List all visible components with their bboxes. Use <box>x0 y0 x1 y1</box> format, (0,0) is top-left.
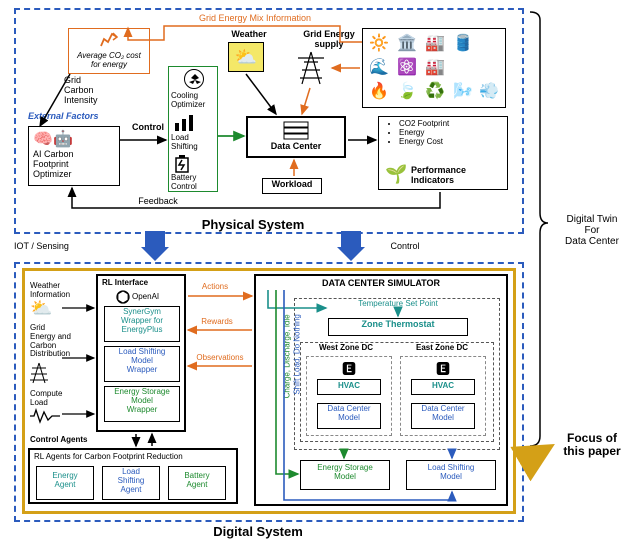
performance-indicators-box: CO2 Footprint Energy Energy Cost 🌱 Perfo… <box>378 116 508 190</box>
leaf-icon: 🍃 <box>397 81 417 101</box>
hand-leaf-icon: 🌱 <box>385 164 407 185</box>
ai-optimizer-box: 🧠 🤖 AI Carbon Footprint Optimizer <box>28 126 120 186</box>
east-zone-box: 🅴 HVAC Data Center Model <box>400 356 486 436</box>
control-agents-box: RL Agents for Carbon Footprint Reduction… <box>28 448 238 504</box>
rewards-label: Rewards <box>192 318 242 327</box>
atom-icon: ⚛️ <box>397 57 417 77</box>
iot-sensing-label: IOT / Sensing <box>14 242 90 252</box>
grid-carbon-intensity-label: Grid Carbon Intensity <box>64 76 112 106</box>
compute-load-label: Compute Load <box>30 390 84 408</box>
digital-twin-caption: Digital Twin For Data Center <box>544 214 640 247</box>
focus-caption: Focus of this paper <box>552 432 632 458</box>
openai-icon <box>116 290 130 307</box>
zone-thermostat-box: Zone Thermostat <box>328 318 468 336</box>
wind-icon: 🌬️ <box>453 81 473 101</box>
flame-icon: 🔥 <box>369 81 389 101</box>
temp-setpoint-label: Temperature Set Point <box>338 300 458 309</box>
hydro-icon: 🌊 <box>369 57 389 77</box>
pylon-icon <box>298 50 324 89</box>
feedback-label: Feedback <box>130 197 186 207</box>
renew-icon: ♻️ <box>425 81 445 101</box>
solar-icon: 🔆 <box>369 33 389 53</box>
west-hvac-box: HVAC <box>317 379 381 395</box>
observations-label: Observations <box>188 354 252 363</box>
battery-agent-box: Battery Agent <box>168 466 226 500</box>
load-shifting-wrapper-box: Load Shifting Model Wrapper <box>104 346 180 382</box>
weather-box-phys: ⛅ <box>228 42 264 72</box>
load-shifting-agent-box: Load Shifting Agent <box>102 466 160 500</box>
energy-agent-box: Energy Agent <box>36 466 94 500</box>
robot-icon: 🤖 <box>53 129 73 149</box>
bars-icon <box>173 115 197 134</box>
digital-system-title: Digital System <box>188 525 328 539</box>
ep-logo-west-icon: 🅴 <box>307 359 391 379</box>
grid-supply-label: Grid Energy supply <box>290 30 368 50</box>
pylon2-icon <box>30 362 48 387</box>
load-shifting-model-box: Load Shifting Model <box>406 460 496 490</box>
energy-storage-model-box: Energy Storage Model <box>300 460 390 490</box>
external-factors-label: External Factors <box>28 112 114 122</box>
avg-co2-box: Average CO₂ cost for energy <box>68 28 150 74</box>
brain-icon: 🧠 <box>33 129 53 149</box>
fan-icon <box>184 69 204 89</box>
grid-mix-info-label: Grid Energy Mix Information <box>170 14 340 24</box>
control-agents-title: Control Agents <box>30 436 110 445</box>
grid-dist-label: Grid Energy and Carbon Distribution <box>30 324 90 359</box>
openai-label: OpenAI <box>132 292 159 301</box>
physical-system-title: Physical System <box>180 218 326 232</box>
rl-interface-title: RL Interface <box>102 278 148 287</box>
weather-info-label: Weather Information <box>30 282 86 300</box>
plant-icon: 🏭 <box>425 57 445 77</box>
control-column: Cooling Optimizer Load Shifting Battery … <box>168 66 218 192</box>
west-zone-box: 🅴 HVAC Data Center Model <box>306 356 392 436</box>
control-between-label: Control <box>380 242 430 252</box>
rl-agents-label: RL Agents for Carbon Footprint Reduction <box>34 452 183 461</box>
weather-icon: ⛅ <box>30 298 52 319</box>
west-dc-model-box: Data Center Model <box>317 403 381 429</box>
oil-icon: 🛢️ <box>453 33 473 53</box>
workload-box: Workload <box>262 178 322 194</box>
turbine-icon: 💨 <box>479 81 499 101</box>
actions-label: Actions <box>192 283 238 292</box>
weather-label-phys: Weather <box>224 30 274 40</box>
west-zone-label: West Zone DC <box>308 344 384 353</box>
factory-icon: 🏭 <box>425 33 445 53</box>
east-dc-model-box: Data Center Model <box>411 403 475 429</box>
data-center-box: Data Center <box>246 116 346 158</box>
simulator-title: DATA CENTER SIMULATOR <box>256 278 506 288</box>
synergym-box: SynerGym Wrapper for EnergyPlus <box>104 306 180 342</box>
ep-logo-east-icon: 🅴 <box>401 359 485 379</box>
energy-sources-box: 🔆 🏛️ 🏭 🛢️ 🌊 ⚛️ 🏭 🔥 🍃 ♻️ 🌬️ 💨 <box>362 28 506 108</box>
building-icon: 🏛️ <box>397 33 417 53</box>
east-hvac-box: HVAC <box>411 379 475 395</box>
rl-interface-box: RL Interface OpenAI SynerGym Wrapper for… <box>96 274 186 432</box>
shift-load-label: Shift Load, Do Nothing <box>294 299 303 409</box>
waveform-icon <box>30 408 60 427</box>
energy-storage-wrapper-box: Energy Storage Model Wrapper <box>104 386 180 422</box>
charge-label: Charge, Discharge, Idle <box>284 296 293 416</box>
east-zone-label: East Zone DC <box>404 344 480 353</box>
control-label: Control <box>128 123 168 133</box>
